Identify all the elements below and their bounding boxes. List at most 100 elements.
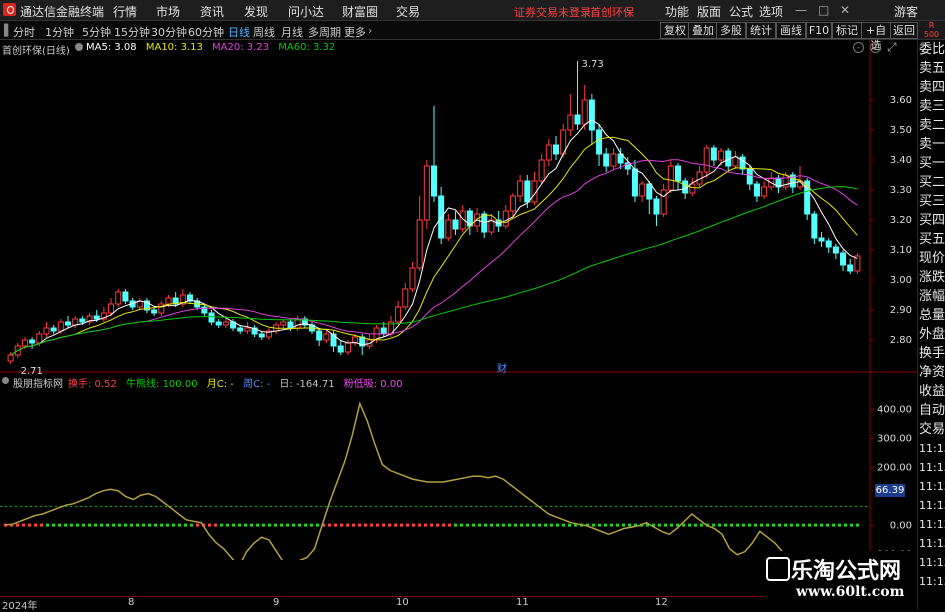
candle-body bbox=[603, 153, 610, 167]
period-tab[interactable]: 30分钟 bbox=[151, 24, 187, 40]
menu-news[interactable]: 资讯 bbox=[200, 3, 224, 20]
side-panel-item[interactable]: 11:13 bbox=[919, 536, 945, 552]
finance-event-marker[interactable]: 财 bbox=[497, 360, 507, 375]
menu-layout[interactable]: 版面 bbox=[697, 3, 721, 20]
indicator-zero-dot bbox=[178, 523, 181, 527]
candle-body bbox=[344, 342, 351, 353]
side-panel-item[interactable]: 自动 bbox=[919, 403, 945, 419]
side-panel-item[interactable]: 卖三 bbox=[919, 99, 945, 115]
side-panel-item[interactable]: 卖一 bbox=[919, 137, 945, 153]
indicator-y-tick-label: 300.00 bbox=[877, 433, 912, 444]
side-panel-item[interactable]: 换手 bbox=[919, 346, 945, 362]
side-panel-item[interactable]: 11:13 bbox=[919, 574, 945, 590]
period-tab[interactable]: 分时 bbox=[13, 24, 35, 40]
indicator-zero-dot bbox=[544, 523, 547, 527]
period-tab[interactable]: 周线 bbox=[253, 24, 275, 40]
period-tab[interactable]: 多周期 bbox=[308, 24, 341, 40]
menu-formula[interactable]: 公式 bbox=[729, 3, 753, 20]
candle-body bbox=[215, 321, 222, 326]
period-tab[interactable]: 月线 bbox=[281, 24, 303, 40]
side-panel-item[interactable]: 11:13 bbox=[919, 555, 945, 571]
side-panel-item[interactable]: 委比 bbox=[919, 42, 945, 58]
mark-button[interactable]: 标记 bbox=[832, 22, 862, 39]
indicator-zero-dot bbox=[274, 523, 277, 527]
multi-stock-button[interactable]: 多股 bbox=[716, 22, 746, 39]
side-panel-item[interactable]: 总量 bbox=[919, 308, 945, 324]
add-watchlist-button[interactable]: +自选 bbox=[861, 22, 891, 52]
side-panel-item[interactable]: 交易 bbox=[919, 422, 945, 438]
candle-body bbox=[581, 99, 588, 125]
side-panel-item[interactable]: 涨幅 bbox=[919, 289, 945, 305]
indicator-zero-dot bbox=[298, 523, 301, 527]
side-panel-item[interactable]: 11:13 bbox=[919, 479, 945, 495]
candle-body bbox=[423, 165, 430, 221]
draw-line-button[interactable]: 画线 bbox=[776, 22, 806, 39]
menu-discover[interactable]: 发现 bbox=[244, 3, 268, 20]
candle-body bbox=[29, 339, 36, 344]
menu-options[interactable]: 选项 bbox=[759, 3, 783, 20]
indicator-zero-dot bbox=[382, 523, 385, 527]
statistics-button[interactable]: 统计 bbox=[746, 22, 776, 39]
indicator-zero-dot bbox=[742, 523, 745, 527]
period-tab-more[interactable]: 更多 bbox=[344, 24, 366, 40]
kline-chart[interactable]: 3.60 3.50 3.40 3.30 3.20 3.10 3.00 2.90 2.80 400… bbox=[0, 40, 917, 560]
indicator-zero-dot bbox=[664, 523, 667, 527]
login-notice[interactable]: 证券交易未登录 bbox=[514, 4, 591, 20]
candle-body bbox=[395, 306, 402, 323]
adjust-button[interactable]: 复权 bbox=[660, 22, 690, 39]
side-panel-item[interactable]: 外盘 bbox=[919, 327, 945, 343]
menu-function[interactable]: 功能 bbox=[665, 3, 689, 20]
indicator-zero-dot bbox=[52, 523, 55, 527]
menu-markets[interactable]: 市场 bbox=[156, 3, 180, 20]
guest-label[interactable]: 游客 bbox=[894, 3, 918, 20]
chevron-right-icon[interactable]: › bbox=[368, 24, 372, 37]
period-tab[interactable]: 1分钟 bbox=[45, 24, 74, 40]
overlay-button[interactable]: 叠加 bbox=[688, 22, 718, 39]
side-panel-item[interactable]: 买二 bbox=[919, 175, 945, 191]
indicator-zero-dot bbox=[466, 523, 469, 527]
side-panel-item[interactable]: 卖五 bbox=[919, 61, 945, 77]
side-panel-item[interactable]: 买五 bbox=[919, 232, 945, 248]
indicator-zero-dot bbox=[838, 523, 841, 527]
menu-ask[interactable]: 问小达 bbox=[288, 3, 324, 20]
side-panel-item[interactable]: 卖四 bbox=[919, 80, 945, 96]
candle-body bbox=[165, 297, 172, 305]
indicator-zero-dot bbox=[616, 523, 619, 527]
menu-trade[interactable]: 交易 bbox=[396, 3, 420, 20]
side-panel-item[interactable]: 净资 bbox=[919, 365, 945, 381]
side-panel-item[interactable]: 涨跌 bbox=[919, 270, 945, 286]
menu-market[interactable]: 行情 bbox=[113, 3, 137, 20]
side-panel-item[interactable]: 现价 bbox=[919, 251, 945, 267]
indicator-zero-dot bbox=[346, 523, 349, 527]
candle-body bbox=[653, 198, 660, 215]
indicator-zero-dot bbox=[172, 523, 175, 527]
candle-body bbox=[237, 327, 244, 332]
indicator-zero-dot bbox=[250, 523, 253, 527]
close-icon[interactable]: ✕ bbox=[840, 3, 850, 17]
side-panel-item[interactable]: 收益 bbox=[919, 384, 945, 400]
side-panel-item[interactable]: 买一 bbox=[919, 156, 945, 172]
side-panel-item[interactable]: 11:13 bbox=[919, 517, 945, 533]
indicator-zero-dot bbox=[394, 523, 397, 527]
indicator-settings-icon[interactable] bbox=[2, 377, 9, 384]
period-tab[interactable]: 5分钟 bbox=[82, 24, 111, 40]
side-panel-item[interactable]: 11:13 bbox=[919, 498, 945, 514]
side-panel-item[interactable]: 卖二 bbox=[919, 118, 945, 134]
f10-button[interactable]: F10 bbox=[806, 22, 832, 39]
side-panel-item[interactable]: 买三 bbox=[919, 194, 945, 210]
back-button[interactable]: 返回 bbox=[890, 22, 918, 39]
side-panel-item[interactable]: 11:13 bbox=[919, 441, 945, 457]
side-panel-item[interactable]: 买四 bbox=[919, 213, 945, 229]
period-tab[interactable]: 15分钟 bbox=[114, 24, 150, 40]
indicator-zero-dot bbox=[772, 523, 775, 527]
indicator-zero-dot bbox=[712, 523, 715, 527]
period-tab-active[interactable]: 日线 bbox=[228, 24, 250, 40]
minimize-icon[interactable]: — bbox=[795, 3, 807, 17]
menu-wealth[interactable]: 财富圈 bbox=[342, 3, 378, 20]
indicator-zero-dot bbox=[844, 523, 847, 527]
indicator-zero-dot bbox=[490, 523, 493, 527]
maximize-icon[interactable]: □ bbox=[818, 3, 829, 17]
side-panel-item[interactable]: 11:13 bbox=[919, 460, 945, 476]
period-tab[interactable]: 60分钟 bbox=[188, 24, 224, 40]
candle-body bbox=[538, 159, 545, 182]
